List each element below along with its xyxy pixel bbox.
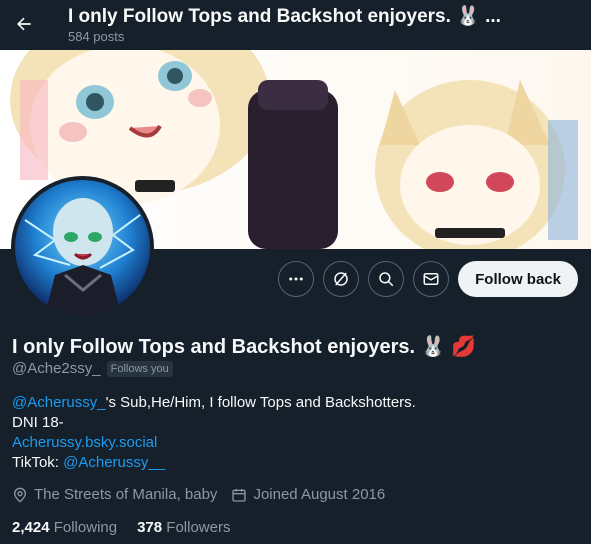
- message-button[interactable]: [413, 261, 450, 297]
- bio-line-1-text: 's Sub,He/Him, I follow Tops and Backsho…: [105, 394, 416, 411]
- header-title: I only Follow Tops and Backshot enjoyers…: [68, 6, 501, 27]
- bio-line-2: DNI 18-: [12, 414, 64, 431]
- location: The Streets of Manila, baby: [12, 486, 217, 503]
- top-bar: I only Follow Tops and Backshot enjoyers…: [0, 0, 591, 50]
- followers-label: Followers: [166, 519, 231, 536]
- mail-icon: [423, 273, 439, 285]
- follow-back-button[interactable]: Follow back: [458, 261, 578, 297]
- tiktok-prefix: TikTok:: [12, 454, 64, 471]
- search-button[interactable]: [368, 261, 405, 297]
- bio-website-link[interactable]: Acherussy.bsky.social: [12, 433, 416, 453]
- profile-actions: Follow back: [278, 261, 578, 297]
- more-button[interactable]: [278, 261, 315, 297]
- following-stat[interactable]: 2,424 Following: [12, 519, 117, 536]
- join-date: Joined August 2016: [231, 486, 385, 503]
- bio-line-4: TikTok: @Acherussy__: [12, 453, 416, 473]
- bio: @Acherussy_'s Sub,He/Him, I follow Tops …: [12, 393, 416, 473]
- back-arrow-icon: [17, 17, 31, 31]
- location-icon: [13, 487, 27, 503]
- following-label: Following: [53, 519, 118, 536]
- post-count: 584 posts: [68, 29, 125, 44]
- back-button[interactable]: [6, 6, 42, 42]
- grok-icon: [334, 272, 348, 286]
- avatar-frame: [11, 176, 154, 319]
- handle: @Ache2ssy_: [12, 360, 101, 377]
- avatar[interactable]: [15, 180, 150, 315]
- location-text: The Streets of Manila, baby: [34, 486, 218, 503]
- follows-you-badge: Follows you: [106, 360, 173, 377]
- profile-meta: The Streets of Manila, baby Joined Augus…: [12, 486, 385, 503]
- bio-mention-link[interactable]: @Acherussy_: [12, 394, 106, 411]
- grok-button[interactable]: [323, 261, 360, 297]
- tiktok-handle-link[interactable]: @Acherussy__: [63, 454, 165, 471]
- follow-stats: 2,424 Following 378 Followers: [12, 519, 230, 536]
- calendar-icon: [232, 488, 247, 502]
- following-count: 2,424: [12, 519, 50, 536]
- search-icon: [379, 272, 394, 287]
- bio-line-1: @Acherussy_'s Sub,He/Him, I follow Tops …: [12, 393, 416, 413]
- avatar-image: [15, 180, 150, 315]
- display-name: I only Follow Tops and Backshot enjoyers…: [12, 336, 476, 358]
- join-date-text: Joined August 2016: [253, 486, 386, 503]
- handle-row: @Ache2ssy_ Follows you: [12, 360, 173, 377]
- more-icon: [289, 277, 303, 281]
- followers-stat[interactable]: 378 Followers: [137, 519, 230, 536]
- followers-count: 378: [137, 519, 163, 536]
